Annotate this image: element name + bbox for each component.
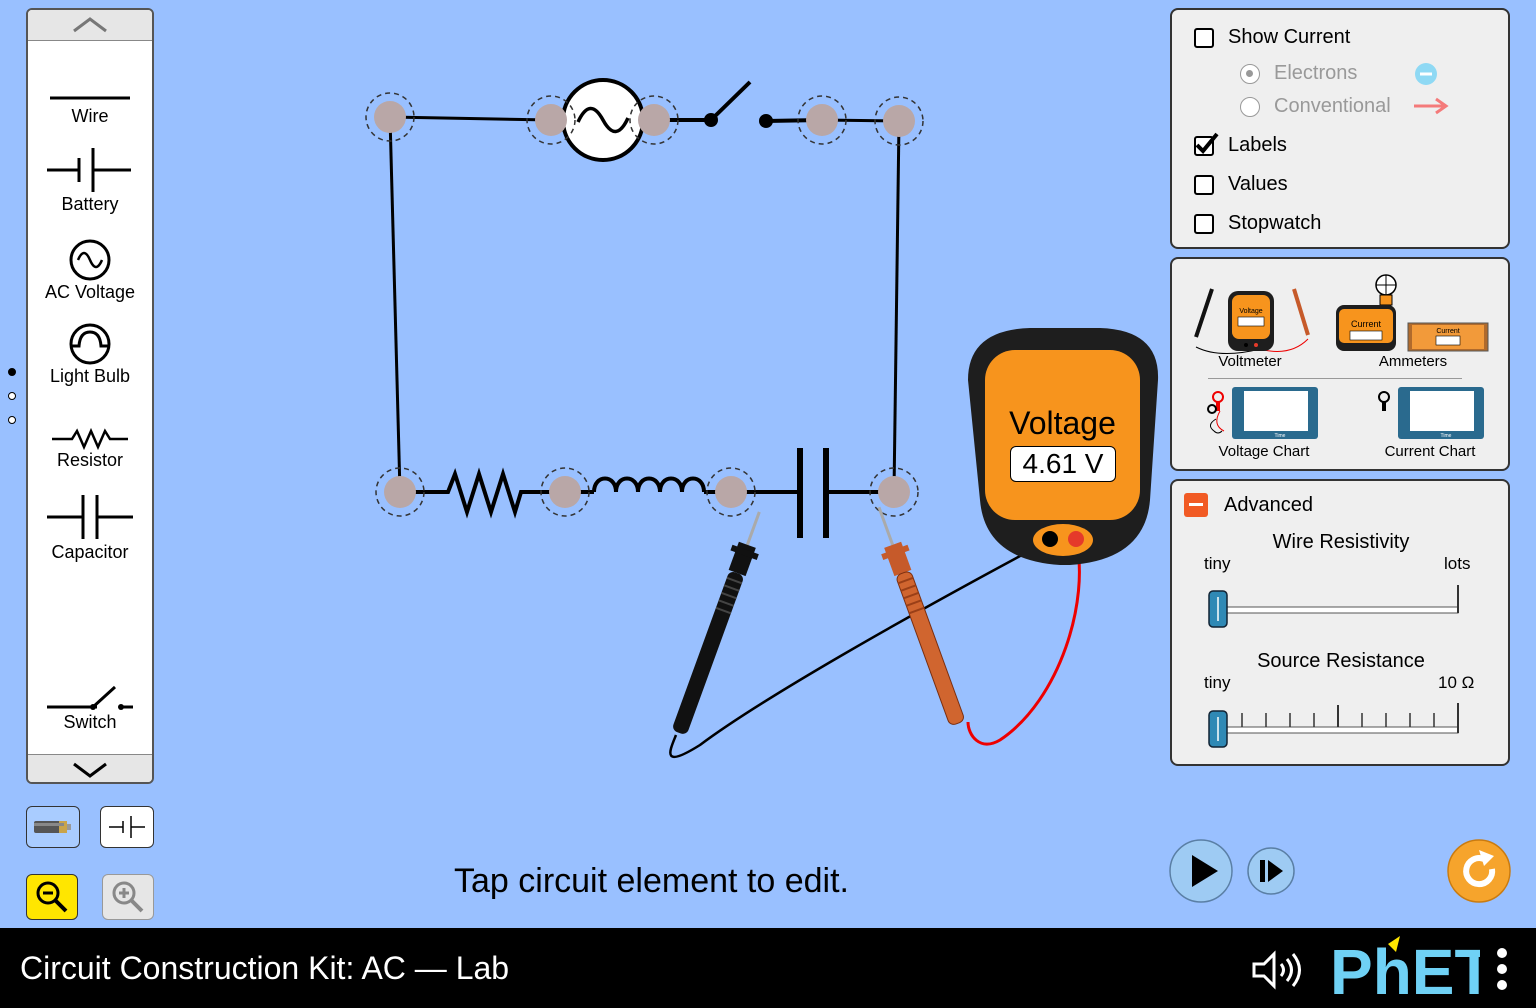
wire-resistivity-label: Wire Resistivity: [1272, 531, 1410, 553]
voltmeter-tool[interactable]: Voltage Voltmeter: [1190, 267, 1310, 370]
wire-resistivity-slider[interactable]: [1198, 585, 1468, 635]
current-chart-icon: Time: [1378, 387, 1484, 439]
ammeters-tool-icon: Current Current: [1336, 274, 1489, 352]
voltmeter-tool-icon: Voltage: [1194, 288, 1310, 355]
electrons-label: Electrons: [1274, 62, 1358, 84]
circuit-wires[interactable]: [388, 115, 901, 493]
stopwatch-label: Stopwatch: [1228, 212, 1322, 234]
svg-text:Current: Current: [1436, 328, 1459, 335]
play-pause-button[interactable]: [1168, 838, 1234, 904]
checkmark-icon: [1195, 132, 1219, 154]
values-checkbox[interactable]: [1194, 174, 1214, 195]
labels-label: Labels: [1228, 134, 1287, 156]
speaker-icon: [1252, 950, 1301, 990]
wire-resistivity-min-label: tiny: [1204, 554, 1231, 573]
current-chart-tool-label: Current Chart: [1384, 443, 1476, 460]
ammeter-tool-icon-text: Current: [1351, 319, 1382, 329]
conventional-current-arrow-icon: [1412, 97, 1452, 120]
stopwatch-checkbox[interactable]: [1194, 213, 1214, 234]
svg-text:PhET: PhET: [1330, 936, 1480, 1002]
voltmeter-red-cable: [966, 539, 1081, 746]
svg-text:Time: Time: [1275, 433, 1286, 439]
electrons-radio-row[interactable]: Electrons: [1240, 62, 1357, 85]
hint-text: Tap circuit element to edit.: [454, 862, 849, 900]
circuit-vertices[interactable]: [365, 92, 924, 517]
conventional-radio[interactable]: [1240, 96, 1260, 117]
source-resistance-slider[interactable]: [1198, 703, 1468, 753]
source-resistance-thumb[interactable]: [1208, 710, 1228, 748]
voltmeter-black-cable: [669, 538, 1051, 758]
phet-logo[interactable]: PhET: [1330, 934, 1494, 1008]
voltmeter-title: Voltage: [1009, 405, 1116, 441]
source-resistance-min-label: tiny: [1204, 673, 1231, 692]
voltage-chart-tool[interactable]: Time Voltage Chart: [1202, 385, 1326, 467]
source-resistance-max-label: 10 Ω: [1438, 673, 1475, 692]
voltmeter-red-probe[interactable]: [866, 502, 971, 728]
ammeters-tool[interactable]: Current Current Ammeters: [1332, 267, 1494, 370]
values-checkbox-row[interactable]: Values: [1194, 173, 1288, 196]
options-menu-button[interactable]: [1492, 946, 1512, 992]
advanced-collapse-button[interactable]: [1184, 493, 1208, 517]
conventional-radio-row[interactable]: Conventional: [1240, 95, 1391, 118]
stopwatch-checkbox-row[interactable]: Stopwatch: [1194, 212, 1321, 235]
minus-icon: [1189, 503, 1203, 506]
tools-panel: Voltage Voltmeter Current Current Ammete…: [1170, 257, 1510, 471]
voltage-chart-icon: Time: [1207, 387, 1318, 439]
sim-title: Circuit Construction Kit: AC — Lab: [20, 950, 510, 986]
show-current-label: Show Current: [1228, 26, 1351, 48]
step-forward-button[interactable]: [1246, 846, 1296, 896]
labels-checkbox[interactable]: [1194, 132, 1219, 156]
current-chart-tool[interactable]: Time Current Chart: [1368, 385, 1492, 467]
inductor-element[interactable]: [565, 476, 731, 494]
voltage-chart-tool-label: Voltage Chart: [1218, 443, 1310, 460]
advanced-panel: Advanced Wire Resistivity tiny lots Sour…: [1170, 479, 1510, 766]
ammeters-tool-label: Ammeters: [1378, 353, 1448, 370]
source-resistance-label: Source Resistance: [1257, 650, 1425, 672]
circuit-canvas: [365, 78, 1159, 758]
conventional-label: Conventional: [1274, 95, 1391, 117]
phet-logo-icon: PhET: [1330, 936, 1494, 1008]
show-current-checkbox-row[interactable]: Show Current: [1194, 26, 1350, 49]
voltmeter-black-probe[interactable]: [666, 507, 773, 737]
advanced-title: Advanced: [1224, 494, 1313, 516]
svg-text:Time: Time: [1441, 433, 1452, 439]
switch-element[interactable]: [654, 80, 823, 128]
resistor-element[interactable]: [400, 467, 565, 519]
voltmeter-tool-label: Voltmeter: [1218, 353, 1282, 370]
voltmeter-tool-icon-text: Voltage: [1239, 308, 1262, 315]
electron-icon: [1414, 62, 1438, 91]
labels-checkbox-row[interactable]: Labels: [1194, 132, 1287, 157]
wire-resistivity-thumb[interactable]: [1208, 590, 1228, 628]
display-options-panel: Show Current Electrons Conventional Labe…: [1170, 8, 1510, 249]
electrons-radio[interactable]: [1240, 63, 1260, 84]
sound-toggle-button[interactable]: [1250, 950, 1306, 990]
reset-all-button[interactable]: [1446, 838, 1512, 904]
navigation-bar: Circuit Construction Kit: AC — Lab PhET: [0, 928, 1536, 1008]
values-label: Values: [1228, 173, 1288, 195]
voltmeter-reading: 4.61 V: [1010, 446, 1116, 482]
wire-resistivity-max-label: lots: [1444, 554, 1471, 573]
show-current-checkbox[interactable]: [1194, 27, 1214, 48]
tools-divider: [1208, 378, 1462, 379]
